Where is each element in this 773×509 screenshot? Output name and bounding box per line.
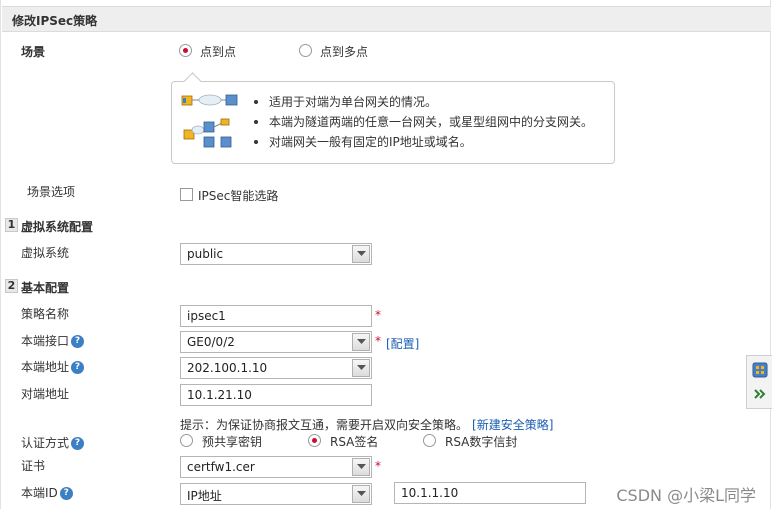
local-id-input[interactable]: 10.1.1.10 xyxy=(394,482,586,504)
peer-address-input[interactable]: 10.1.21.10 xyxy=(180,384,372,406)
required-mark: * xyxy=(375,459,381,473)
radio-rsa-envelope-label[interactable]: RSA数字信封 xyxy=(445,433,517,450)
radio-pre-shared-key-label[interactable]: 预共享密钥 xyxy=(202,433,262,450)
config-link[interactable]: [配置] xyxy=(386,335,419,352)
radio-point-to-multipoint[interactable] xyxy=(299,44,312,57)
new-security-policy-link[interactable]: [新建安全策略] xyxy=(472,418,553,432)
vsys-select[interactable]: public xyxy=(180,243,372,265)
hint-row: 提示：为保证协商报文互通，需要开启双向安全策略。 [新建安全策略] xyxy=(180,416,553,433)
info-line-1: 适用于对端为单台网关的情况。 xyxy=(269,95,438,109)
policy-name-label: 策略名称 xyxy=(21,307,70,321)
radio-rsa-signature-label[interactable]: RSA签名 xyxy=(330,433,378,450)
scene-info-box: 适用于对端为单台网关的情况。 本端为隧道两端的任意一台网关，或星型组网中的分支网… xyxy=(171,81,615,164)
chevron-down-icon[interactable] xyxy=(352,485,370,503)
firewall-icon xyxy=(752,362,768,378)
section-number-2: 2 xyxy=(5,279,18,293)
vsys-select-value: public xyxy=(187,247,224,261)
radio-point-to-multipoint-label[interactable]: 点到多点 xyxy=(320,43,368,60)
section-virtual-title: 虚拟系统配置 xyxy=(21,220,94,234)
local-address-select[interactable]: 202.100.1.10 xyxy=(180,357,372,379)
radio-point-to-point-label[interactable]: 点到点 xyxy=(200,43,236,60)
chevron-down-icon[interactable] xyxy=(352,245,370,263)
local-address-value: 202.100.1.10 xyxy=(187,361,268,375)
help-icon[interactable]: ? xyxy=(71,361,85,374)
radio-rsa-signature[interactable] xyxy=(308,434,321,447)
ipsec-policy-form: 修改IPSec策略 场景 点到点 点到多点 适用于对端为单台网关的情况。 本端为… xyxy=(0,0,772,509)
radio-point-to-point[interactable] xyxy=(179,44,192,57)
policy-name-input[interactable]: ipsec1 xyxy=(180,305,372,327)
info-line-3: 对端网关一般有固定的IP地址或域名。 xyxy=(269,135,472,149)
required-mark: * xyxy=(375,308,381,322)
required-mark: * xyxy=(375,334,381,348)
side-panel-toggle[interactable] xyxy=(746,355,772,409)
certificate-value: certfw1.cer xyxy=(187,460,255,474)
bullet-dot xyxy=(254,140,258,144)
certificate-select[interactable]: certfw1.cer xyxy=(180,456,372,478)
bullet-dot xyxy=(254,120,258,124)
section-basic-title: 基本配置 xyxy=(21,281,70,295)
topology-icon xyxy=(181,94,238,148)
peer-address-label: 对端地址 xyxy=(21,387,70,401)
info-line-2: 本端为隧道两端的任意一台网关，或星型组网中的分支网关。 xyxy=(269,115,594,129)
section-number-1: 1 xyxy=(5,218,18,232)
bullet-dot xyxy=(254,100,258,104)
chevron-down-icon[interactable] xyxy=(352,458,370,476)
help-icon[interactable]: ? xyxy=(59,487,73,500)
local-interface-label: 本端接口? xyxy=(21,332,85,349)
hint-text: 提示：为保证协商报文互通，需要开启双向安全策略。 xyxy=(180,418,469,432)
vsys-label: 虚拟系统 xyxy=(21,246,70,260)
help-icon[interactable]: ? xyxy=(71,437,85,450)
smart-routing-label[interactable]: IPSec智能选路 xyxy=(198,187,278,204)
radio-rsa-envelope[interactable] xyxy=(423,434,436,447)
smart-routing-checkbox[interactable] xyxy=(180,188,193,201)
watermark: CSDN @小梁L同学 xyxy=(616,486,756,505)
local-interface-select[interactable]: GE0/0/2 xyxy=(180,331,372,353)
auth-method-label: 认证方式? xyxy=(21,434,85,451)
local-id-type-select[interactable]: IP地址 xyxy=(180,483,372,505)
scene-label: 场景 xyxy=(21,45,46,59)
chevron-down-icon[interactable] xyxy=(352,333,370,351)
chevron-down-icon[interactable] xyxy=(352,359,370,377)
double-chevron-right-icon[interactable] xyxy=(754,389,766,399)
certificate-label: 证书 xyxy=(21,459,46,473)
radio-pre-shared-key[interactable] xyxy=(180,434,193,447)
local-interface-value: GE0/0/2 xyxy=(187,335,235,349)
local-address-label: 本端地址? xyxy=(21,358,85,375)
help-icon[interactable]: ? xyxy=(71,335,85,348)
local-id-label: 本端ID? xyxy=(21,484,73,501)
page-title: 修改IPSec策略 xyxy=(12,14,98,28)
scene-options-label: 场景选项 xyxy=(27,185,76,199)
local-id-type-value: IP地址 xyxy=(187,489,222,503)
title-bar: 修改IPSec策略 xyxy=(2,6,771,32)
